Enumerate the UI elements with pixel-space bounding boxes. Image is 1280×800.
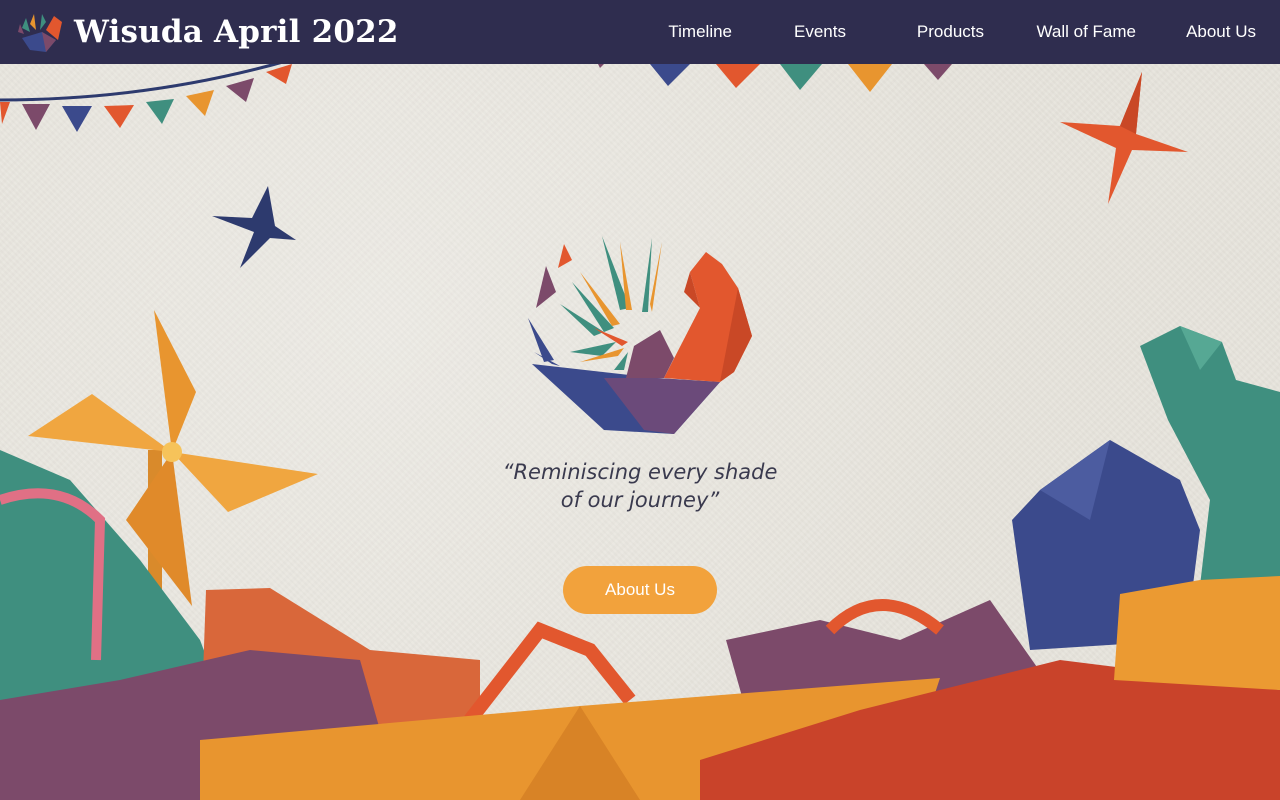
site-title: Wisuda April 2022 <box>74 14 399 50</box>
tagline-line-2: of our journey” <box>560 488 720 512</box>
origami-crane-logo-icon <box>18 14 62 52</box>
tagline-line-1: “Reminiscing every shade <box>502 460 778 484</box>
nav-products[interactable]: Products <box>917 22 984 42</box>
nav-timeline[interactable]: Timeline <box>668 22 732 42</box>
nav-about-us[interactable]: About Us <box>1186 22 1256 42</box>
hero-section: “Reminiscing every shade of our journey”… <box>0 0 1280 800</box>
nav-events[interactable]: Events <box>794 22 846 42</box>
origami-crane-logo-icon <box>528 236 752 434</box>
tagline: “Reminiscing every shade of our journey” <box>440 458 840 514</box>
top-navbar: Wisuda April 2022 Timeline Events Produc… <box>0 0 1280 64</box>
brand[interactable]: Wisuda April 2022 <box>16 10 399 54</box>
nav-wall-of-fame[interactable]: Wall of Fame <box>1036 22 1136 42</box>
about-us-button[interactable]: About Us <box>563 566 717 614</box>
